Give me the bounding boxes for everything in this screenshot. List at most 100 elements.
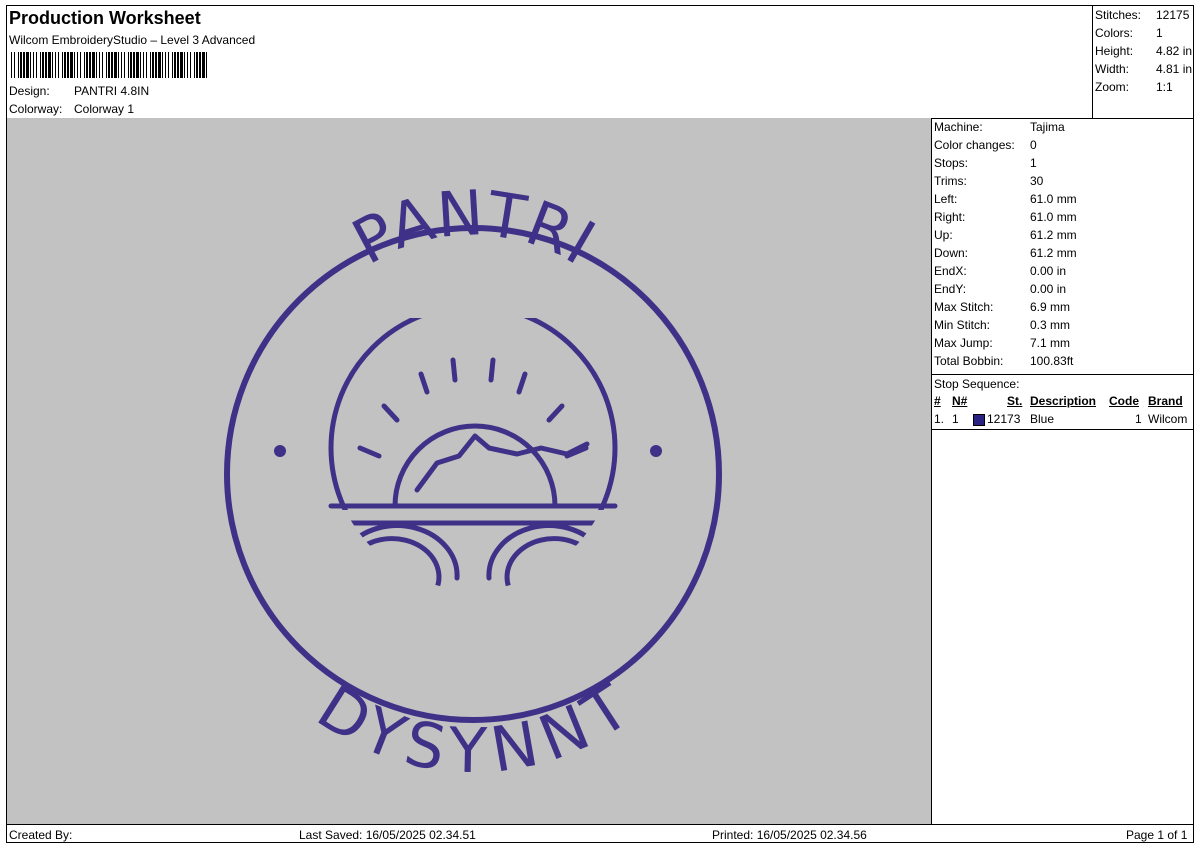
barcode-bar <box>30 52 31 78</box>
summary-label: Height: <box>1095 44 1134 58</box>
column-header: St. <box>1007 394 1023 408</box>
divider <box>932 374 1193 375</box>
spec-label: Up: <box>934 228 953 242</box>
spec-value: 1 <box>1030 156 1037 170</box>
summary-value: 4.81 in <box>1156 62 1193 76</box>
barcode-bar <box>187 52 188 78</box>
sun-ray <box>516 371 528 395</box>
barcode-bar <box>152 52 154 78</box>
sun-ray <box>357 445 382 459</box>
barcode-bar <box>55 52 56 78</box>
barcode-bar <box>158 52 161 78</box>
barcode-bar <box>42 52 44 78</box>
barcode-bar <box>114 52 117 78</box>
last-saved: Last Saved: 16/05/2025 02.34.51 <box>299 828 476 842</box>
design-label: Design: <box>9 84 50 98</box>
worksheet-title: Production Worksheet <box>9 8 201 28</box>
barcode-bar <box>20 52 22 78</box>
column-header: Description <box>1030 394 1097 408</box>
stop-sequence-header: # N# St. Description Code Brand <box>932 394 1193 410</box>
barcode-bar <box>40 52 41 78</box>
sun-ray <box>488 357 496 383</box>
barcode-bar <box>121 52 122 78</box>
design-name: PANTRI 4.8IN <box>74 84 150 98</box>
spec-row: Max Jump: 7.1 mm <box>934 336 1192 354</box>
barcode-bar <box>77 52 78 78</box>
barcode-bar <box>202 52 205 78</box>
colorway-label: Colorway: <box>9 102 63 116</box>
thread-brand: Wilcom <box>1148 412 1188 426</box>
spec-value: 61.0 mm <box>1030 210 1077 224</box>
field-arc <box>344 536 442 590</box>
barcode-bar <box>111 52 113 78</box>
barcode-bar <box>124 52 125 78</box>
barcode-bar <box>199 52 201 78</box>
spec-row: Color changes: 0 <box>934 138 1192 156</box>
spec-label: EndY: <box>934 282 967 296</box>
inner-circle <box>328 318 618 510</box>
spec-label: Left: <box>934 192 958 206</box>
barcode-bar <box>62 52 63 78</box>
thread-description: Blue <box>1030 412 1055 426</box>
spec-label: EndX: <box>934 264 967 278</box>
spec-row: Trims: 30 <box>934 174 1192 192</box>
barcode-bar <box>96 52 97 78</box>
spec-row: Down: 61.2 mm <box>934 246 1192 264</box>
barcode-bar <box>180 52 183 78</box>
barcode-bar <box>23 52 25 78</box>
spec-row: EndY: 0.00 in <box>934 282 1192 300</box>
summary-zoom: Zoom: 1:1 <box>1095 80 1195 98</box>
barcode-bar <box>80 52 81 78</box>
sun-ray <box>418 371 430 395</box>
spec-label: Min Stitch: <box>934 318 991 332</box>
colorway-name: Colorway 1 <box>74 102 135 116</box>
logo-bottom-text: DYSYNNT <box>305 670 643 788</box>
barcode-bar <box>143 52 144 78</box>
barcode-bar <box>18 52 19 78</box>
embroidery-logo: PANTRI DYSYNNT <box>224 176 722 788</box>
summary-stitches: Stitches: 12175 <box>1095 8 1195 26</box>
spec-value: 61.2 mm <box>1030 246 1077 260</box>
summary-label: Stitches: <box>1095 8 1142 22</box>
table-row: 1. 1 12173 Blue 1 Wilcom <box>932 412 1193 428</box>
barcode-bar <box>165 52 166 78</box>
spec-label: Total Bobbin: <box>934 354 1004 368</box>
spec-value: 7.1 mm <box>1030 336 1071 350</box>
summary-value: 12175 <box>1156 8 1190 22</box>
spec-label: Trims: <box>934 174 967 188</box>
barcode-bar <box>102 52 103 78</box>
summary-height: Height: 4.82 in <box>1095 44 1195 62</box>
column-header: Code <box>1109 394 1139 408</box>
stop-sequence-title: Stop Sequence: <box>934 377 1020 391</box>
spec-value: 0.00 in <box>1030 282 1067 296</box>
logo-top-text: PANTRI <box>341 176 607 279</box>
spec-label: Machine: <box>934 120 983 134</box>
barcode-bar <box>140 52 141 78</box>
spec-value: 0.00 in <box>1030 264 1067 278</box>
right-dot <box>650 445 662 457</box>
barcode-bar <box>194 52 195 78</box>
field-arc <box>504 536 602 590</box>
barcode-bar <box>162 52 163 78</box>
spec-label: Color changes: <box>934 138 1015 152</box>
spec-row: Left: 61.0 mm <box>934 192 1192 210</box>
worksheet-header: Production Worksheet Wilcom EmbroiderySt… <box>7 6 1093 119</box>
spec-row: Machine: Tajima <box>934 120 1192 138</box>
stitch-count: 12173 <box>987 412 1021 426</box>
left-dot <box>274 445 286 457</box>
barcode-bar <box>108 52 110 78</box>
barcode-bar <box>92 52 95 78</box>
spec-label: Down: <box>934 246 969 260</box>
barcode-bar <box>128 52 129 78</box>
summary-value: 4.82 in <box>1156 44 1193 58</box>
barcode-bar <box>52 52 53 78</box>
thread-code: 1 <box>1135 412 1142 426</box>
barcode-bar <box>130 52 132 78</box>
barcode-bar <box>106 52 107 78</box>
barcode-bar <box>150 52 151 78</box>
spec-row: Total Bobbin: 100.83ft <box>934 354 1192 372</box>
barcode-bar <box>74 52 75 78</box>
column-header: N# <box>952 394 968 408</box>
spec-value: Tajima <box>1030 120 1065 134</box>
design-preview: PANTRI DYSYNNT <box>7 118 932 824</box>
